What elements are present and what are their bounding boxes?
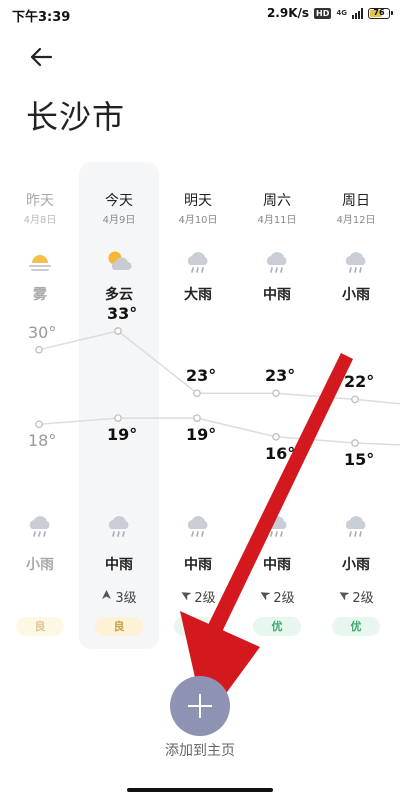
forecast-day-column[interactable]: 周六 4月11日 中雨 中雨 2级优 xyxy=(237,180,317,650)
wind-info: 3级 xyxy=(79,587,159,606)
night-condition: 中雨 xyxy=(105,557,133,573)
network-type: 4G xyxy=(336,8,347,17)
day-name: 明天 xyxy=(184,193,212,209)
cloud-rain-icon xyxy=(342,512,370,540)
gesture-nav-bar[interactable] xyxy=(127,788,273,792)
wind-info: 2级 xyxy=(158,587,238,606)
night-condition: 中雨 xyxy=(263,557,291,573)
forecast-day-column[interactable]: 明天 4月10日大雨中雨 2级优 xyxy=(158,180,238,650)
back-arrow-icon xyxy=(30,47,53,67)
wind-direction-icon xyxy=(180,589,193,604)
cloud-rain-icon xyxy=(184,512,212,540)
wind-level: 2级 xyxy=(352,591,374,606)
night-condition: 小雨 xyxy=(26,557,54,573)
day-condition: 大雨 xyxy=(184,287,212,303)
day-name: 周六 xyxy=(263,193,291,209)
day-date: 4月10日 xyxy=(178,215,218,226)
forecast-day-column[interactable]: 今天 4月9日多云中雨 3级良 xyxy=(79,180,159,650)
cloud-rain-icon xyxy=(342,248,370,276)
cloud-rain-icon xyxy=(184,248,212,276)
wind-direction-icon xyxy=(259,589,272,604)
aqi-badge: 良 xyxy=(16,617,64,636)
high-temp-label: 23° xyxy=(265,366,296,386)
fog-icon xyxy=(26,248,54,276)
cloud-rain-icon xyxy=(105,512,133,540)
day-name: 今天 xyxy=(105,193,133,209)
night-condition: 小雨 xyxy=(342,557,370,573)
cloud-rain-icon xyxy=(263,248,291,276)
wind-info: 2级 xyxy=(316,587,396,606)
aqi-badge: 优 xyxy=(253,617,301,636)
day-date: 4月11日 xyxy=(257,215,297,226)
status-bar: 下午3:39 2.9K/s HD 4G 76 xyxy=(0,0,400,30)
day-condition: 小雨 xyxy=(342,287,370,303)
wind-info: 2级 xyxy=(237,587,317,606)
day-date: 4月9日 xyxy=(102,215,136,226)
back-button[interactable] xyxy=(26,42,56,72)
cloud-rain-icon xyxy=(26,512,54,540)
low-temp-label: 16° xyxy=(265,443,296,463)
wind-direction-icon xyxy=(101,589,112,604)
day-name: 周日 xyxy=(342,193,370,209)
status-icons: 2.9K/s HD 4G 76 xyxy=(266,6,393,20)
day-name: 昨天 xyxy=(26,193,54,209)
add-to-home-button[interactable] xyxy=(170,676,230,736)
high-temp-label: 30° xyxy=(28,322,57,342)
low-temp-label: 19° xyxy=(186,425,217,445)
battery-icon: 76 xyxy=(368,7,393,19)
day-condition: 多云 xyxy=(105,287,133,303)
cloud-rain-icon xyxy=(263,512,291,540)
low-temp-label: 15° xyxy=(344,450,375,469)
night-condition: 中雨 xyxy=(184,557,212,573)
add-to-home-label: 添加到主页 xyxy=(165,743,235,759)
signal-icon xyxy=(352,7,363,19)
forecast-day-column[interactable]: 昨天 4月8日雾小雨良 xyxy=(0,180,80,650)
status-time: 下午3:39 xyxy=(12,10,71,25)
network-speed: 2.9K/s xyxy=(266,6,310,20)
day-date: 4月12日 xyxy=(336,215,376,226)
high-temp-label: 33° xyxy=(107,304,138,323)
forecast-day-column[interactable]: 周日 4月12日 小雨 小雨 2级优 xyxy=(316,180,396,650)
wind-level: 3级 xyxy=(115,591,137,606)
day-condition: 雾 xyxy=(33,287,47,303)
page-title: 长沙市 xyxy=(26,98,126,136)
day-condition: 中雨 xyxy=(263,287,291,303)
low-temp-label: 19° xyxy=(107,425,138,445)
aqi-badge: 良 xyxy=(95,617,143,636)
partly-cloudy-icon xyxy=(105,248,133,276)
high-temp-label: 23° xyxy=(186,366,217,386)
aqi-badge: 优 xyxy=(332,617,380,636)
wind-level: 2级 xyxy=(194,591,216,606)
wind-direction-icon xyxy=(338,589,351,604)
aqi-badge: 优 xyxy=(174,617,222,636)
hd-icon: HD xyxy=(314,7,332,19)
wind-level: 2级 xyxy=(273,591,295,606)
low-temp-label: 18° xyxy=(28,431,57,451)
high-temp-label: 22° xyxy=(344,372,375,392)
battery-level: 76 xyxy=(373,7,385,17)
day-date: 4月8日 xyxy=(23,215,57,226)
